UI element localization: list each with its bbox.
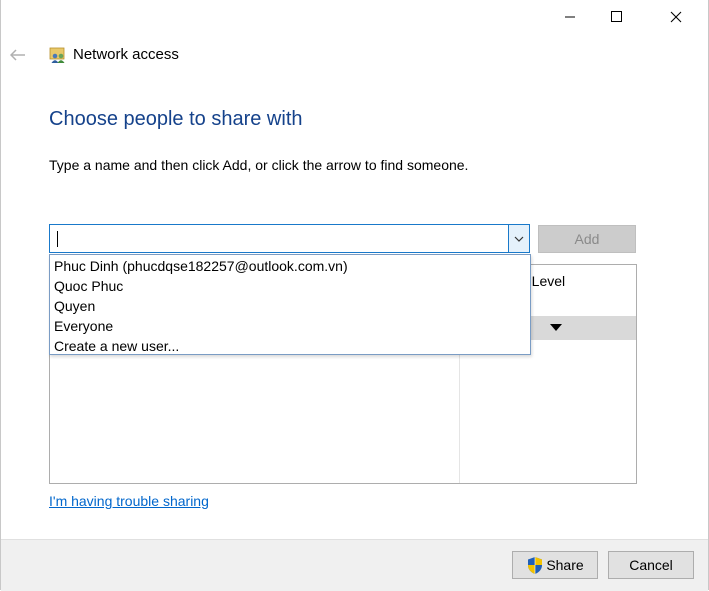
maximize-icon (611, 11, 622, 22)
instructions-text: Type a name and then click Add, or click… (49, 157, 469, 173)
dropdown-item[interactable]: Everyone (54, 316, 113, 336)
trouble-sharing-link[interactable]: I'm having trouble sharing (49, 493, 209, 509)
share-label: Share (546, 557, 584, 573)
back-button[interactable] (8, 45, 28, 65)
dropdown-item[interactable]: Quyen (54, 296, 95, 316)
share-button[interactable]: Share (512, 551, 598, 579)
dropdown-arrow-icon[interactable] (550, 324, 562, 331)
cancel-button[interactable]: Cancel (608, 551, 694, 579)
name-combobox[interactable] (49, 224, 530, 253)
maximize-button[interactable] (594, 0, 640, 34)
name-input[interactable] (54, 228, 502, 249)
dialog-footer: Share Cancel (1, 539, 708, 591)
page-heading: Choose people to share with (49, 108, 303, 130)
dropdown-item[interactable]: Create a new user... (54, 336, 179, 356)
window-title: Network access (73, 46, 179, 63)
network-users-icon (49, 46, 67, 64)
combobox-dropdown-button[interactable] (508, 225, 529, 252)
text-caret (57, 231, 58, 247)
people-dropdown: Phuc Dinh (phucdqse182257@outlook.com.vn… (49, 254, 531, 355)
dropdown-item[interactable]: Phuc Dinh (phucdqse182257@outlook.com.vn… (54, 256, 348, 276)
uac-shield-icon (528, 556, 543, 574)
chevron-down-icon (514, 236, 524, 242)
minimize-button[interactable] (547, 0, 593, 34)
close-button[interactable] (653, 0, 699, 34)
minimize-icon (565, 16, 575, 18)
close-icon (670, 11, 682, 23)
add-button[interactable]: Add (538, 225, 636, 253)
dropdown-item[interactable]: Quoc Phuc (54, 276, 123, 296)
back-arrow-icon (10, 49, 25, 61)
